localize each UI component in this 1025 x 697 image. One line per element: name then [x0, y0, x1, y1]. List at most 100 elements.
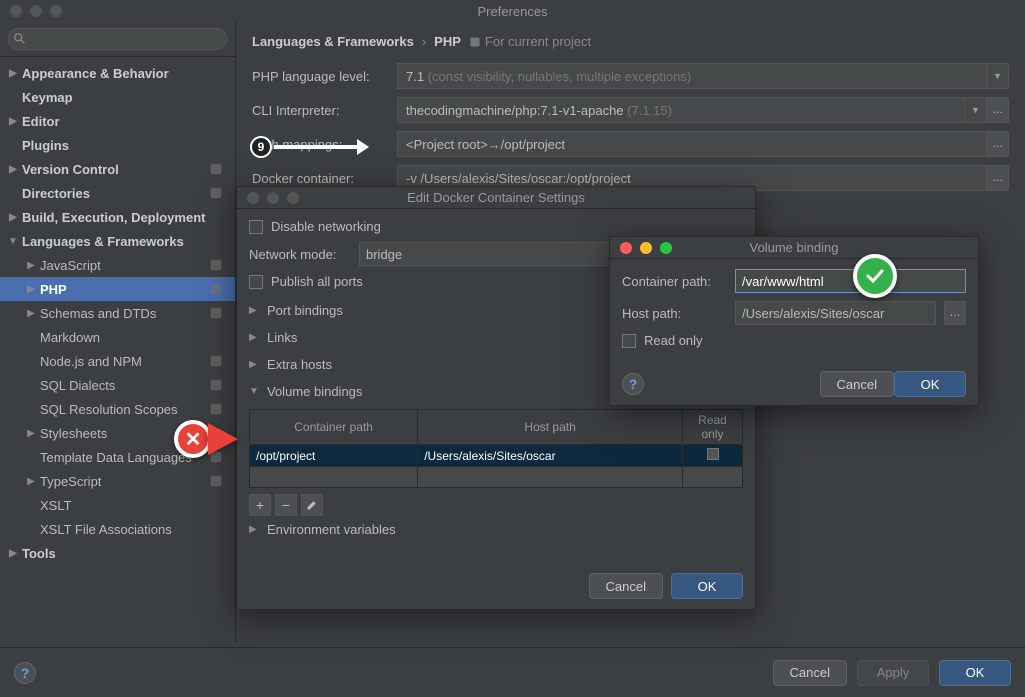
sidebar-item-directories[interactable]: Directories: [0, 181, 235, 205]
ellipsis-button[interactable]: …: [986, 98, 1008, 122]
chevron-down-icon[interactable]: ▼: [964, 98, 986, 122]
window-titlebar: Preferences: [0, 0, 1025, 22]
cancel-button[interactable]: Cancel: [820, 371, 894, 397]
environment-variables-section[interactable]: ▶Environment variables: [249, 516, 743, 543]
host-path-input[interactable]: [735, 301, 936, 325]
sidebar-item-label: SQL Resolution Scopes: [40, 402, 209, 417]
apply-button: Apply: [857, 660, 929, 686]
cancel-button[interactable]: Cancel: [773, 660, 847, 686]
disclosure-arrow-icon[interactable]: ▶: [22, 428, 40, 439]
sidebar-item-label: Version Control: [22, 162, 209, 177]
ellipsis-button[interactable]: …: [986, 166, 1008, 190]
disclosure-arrow-icon[interactable]: ▶: [22, 476, 40, 487]
table-row[interactable]: /opt/project /Users/alexis/Sites/oscar: [250, 445, 743, 467]
disclosure-arrow-icon[interactable]: ▶: [4, 164, 22, 175]
project-scope-icon: [209, 258, 223, 272]
zoom-icon[interactable]: [50, 5, 62, 17]
checkbox-icon[interactable]: [249, 220, 263, 234]
breadcrumb-current: PHP: [434, 34, 461, 49]
zoom-icon[interactable]: [287, 192, 299, 204]
browse-button[interactable]: …: [944, 301, 966, 325]
minimize-icon[interactable]: [30, 5, 42, 17]
checkbox-icon[interactable]: [622, 334, 636, 348]
help-button[interactable]: ?: [14, 662, 36, 684]
zoom-icon[interactable]: [660, 242, 672, 254]
preferences-sidebar: ▶Appearance & BehaviorKeymap▶Editor Plugi…: [0, 22, 236, 642]
annotation-error: ✕: [174, 420, 238, 458]
container-path-input[interactable]: [735, 269, 966, 293]
sidebar-item-editor[interactable]: ▶Editor: [0, 109, 235, 133]
sidebar-item-build-execution-deployment[interactable]: ▶Build, Execution, Deployment: [0, 205, 235, 229]
sidebar-item-keymap[interactable]: Keymap: [0, 85, 235, 109]
project-scope-icon: [209, 282, 223, 296]
sidebar-item-sql-dialects[interactable]: SQL Dialects: [0, 373, 235, 397]
project-scope-icon: [209, 306, 223, 320]
disclosure-arrow-icon[interactable]: ▶: [4, 116, 22, 127]
traffic-lights: [0, 5, 62, 17]
preferences-footer: ? Cancel Apply OK: [0, 647, 1025, 697]
disclosure-arrow-icon[interactable]: ▶: [22, 284, 40, 295]
disclosure-arrow-icon[interactable]: ▶: [22, 260, 40, 271]
sidebar-item-typescript[interactable]: ▶TypeScript: [0, 469, 235, 493]
breadcrumb-parent[interactable]: Languages & Frameworks: [252, 34, 414, 49]
checkbox-icon[interactable]: [707, 448, 719, 460]
chevron-down-icon[interactable]: ▼: [986, 64, 1008, 88]
disclosure-arrow-icon[interactable]: ▶: [4, 548, 22, 559]
ok-button[interactable]: OK: [939, 660, 1011, 686]
checkbox-icon[interactable]: [249, 275, 263, 289]
table-row[interactable]: [250, 467, 743, 488]
sidebar-item-tools[interactable]: ▶Tools: [0, 541, 235, 565]
minimize-icon[interactable]: [640, 242, 652, 254]
add-button[interactable]: +: [249, 494, 271, 516]
ok-button[interactable]: OK: [671, 573, 743, 599]
sidebar-item-schemas-and-dtds[interactable]: ▶Schemas and DTDs: [0, 301, 235, 325]
col-read-only: Read only: [683, 410, 743, 445]
sidebar-item-label: Node.js and NPM: [40, 354, 209, 369]
sidebar-item-label: Plugins: [22, 138, 229, 153]
search-icon: [13, 32, 27, 46]
close-icon[interactable]: [10, 5, 22, 17]
disclosure-arrow-icon[interactable]: ▶: [4, 212, 22, 223]
remove-button[interactable]: −: [275, 494, 297, 516]
sidebar-item-xslt-file-associations[interactable]: XSLT File Associations: [0, 517, 235, 541]
settings-tree[interactable]: ▶Appearance & BehaviorKeymap▶Editor Plugi…: [0, 57, 235, 642]
disclosure-arrow-icon[interactable]: ▼: [4, 236, 22, 247]
sidebar-item-markdown[interactable]: Markdown: [0, 325, 235, 349]
sidebar-item-php[interactable]: ▶PHP: [0, 277, 235, 301]
disclosure-arrow-icon[interactable]: ▶: [22, 308, 40, 319]
host-path-label: Host path:: [622, 306, 727, 321]
minimize-icon[interactable]: [267, 192, 279, 204]
search-input[interactable]: [8, 28, 227, 50]
php-lang-level-select[interactable]: 7.1 (const visibility, nullables, multip…: [397, 63, 1009, 89]
sidebar-item-languages-frameworks[interactable]: ▼Languages & Frameworks: [0, 229, 235, 253]
sidebar-item-node-js-and-npm[interactable]: Node.js and NPM: [0, 349, 235, 373]
close-icon[interactable]: [620, 242, 632, 254]
path-mappings-field[interactable]: <Project root>→/opt/project …: [397, 131, 1009, 157]
ok-button[interactable]: OK: [894, 371, 966, 397]
project-scope-icon: [209, 354, 223, 368]
check-icon: [853, 254, 897, 298]
arrow-right-icon: [274, 145, 359, 149]
sidebar-item-sql-resolution-scopes[interactable]: SQL Resolution Scopes: [0, 397, 235, 421]
read-only-checkbox[interactable]: Read only: [622, 333, 966, 348]
docker-container-label: Docker container:: [252, 171, 387, 186]
project-scope-icon: [209, 162, 223, 176]
ellipsis-button[interactable]: …: [986, 132, 1008, 156]
edit-button[interactable]: [301, 494, 323, 516]
help-button[interactable]: ?: [622, 373, 644, 395]
cli-interpreter-select[interactable]: thecodingmachine/php:7.1-v1-apache (7.1.…: [397, 97, 1009, 123]
sidebar-item-plugins[interactable]: Plugins: [0, 133, 235, 157]
close-icon[interactable]: [247, 192, 259, 204]
sidebar-item-label: XSLT File Associations: [40, 522, 229, 537]
sidebar-item-label: Directories: [22, 186, 209, 201]
dialog-title: Edit Docker Container Settings: [407, 190, 585, 205]
sidebar-item-xslt[interactable]: XSLT: [0, 493, 235, 517]
cancel-button[interactable]: Cancel: [589, 573, 663, 599]
project-scope-icon: [209, 378, 223, 392]
disclosure-arrow-icon[interactable]: ▶: [4, 68, 22, 79]
sidebar-item-javascript[interactable]: ▶JavaScript: [0, 253, 235, 277]
volume-bindings-table[interactable]: Container path Host path Read only /opt/…: [249, 409, 743, 488]
sidebar-item-version-control[interactable]: ▶Version Control: [0, 157, 235, 181]
disable-networking-checkbox[interactable]: Disable networking: [249, 219, 743, 234]
sidebar-item-appearance-behavior[interactable]: ▶Appearance & Behavior: [0, 61, 235, 85]
